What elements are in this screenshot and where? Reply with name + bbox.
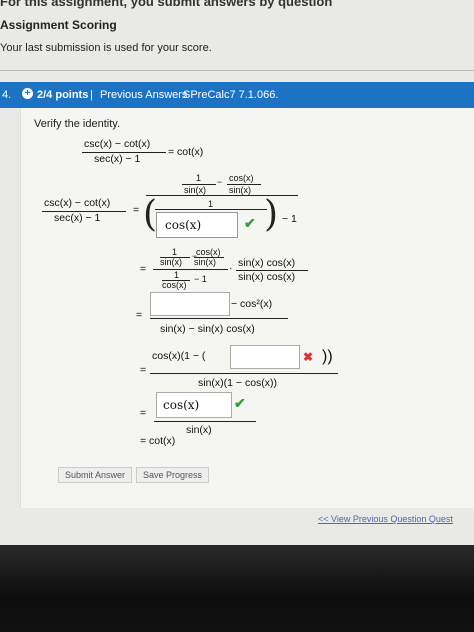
left-paren: ( xyxy=(143,194,158,235)
right-paren: ) xyxy=(264,194,279,235)
step2-dot: · xyxy=(229,262,233,274)
step1-sin: sin(x) xyxy=(184,185,206,195)
step4-answer-box[interactable] xyxy=(230,345,300,369)
step2-mult-den: sin(x) cos(x) xyxy=(238,271,296,283)
fraction-bar xyxy=(154,421,256,422)
step1-one: 1 xyxy=(196,173,202,183)
assignment-note: For this assignment, you submit answers … xyxy=(0,0,333,9)
step2-sin-2: sin(x) xyxy=(194,257,216,267)
step6-text: = cot(x) xyxy=(140,435,176,447)
fraction-bar xyxy=(153,269,228,270)
step3-equals: = xyxy=(136,309,143,321)
step1-one-inner: 1 xyxy=(208,199,214,209)
identity-rhs: = cot(x) xyxy=(168,146,204,158)
monitor-bezel xyxy=(0,545,474,632)
step5-equals: = xyxy=(140,407,147,419)
step2-one: 1 xyxy=(172,247,178,257)
step5-answer-box[interactable]: cos(x) xyxy=(156,392,232,418)
identity-numerator: csc(x) − cot(x) xyxy=(84,138,151,150)
identity-denominator: sec(x) − 1 xyxy=(94,153,141,165)
step5-answer: cos(x) xyxy=(163,398,200,412)
step4-prefix: cos(x)(1 − ( xyxy=(152,350,206,362)
previous-answers-link[interactable]: Previous Answers xyxy=(100,89,187,101)
step2-cos: cos(x) xyxy=(196,247,221,257)
step4-denominator: sin(x)(1 − cos(x)) xyxy=(198,377,278,389)
separator: | xyxy=(90,89,93,101)
step3-answer-box[interactable] xyxy=(150,292,230,316)
submit-answer-button[interactable]: Submit Answer xyxy=(58,467,133,483)
scoring-text: Your last submission is used for your sc… xyxy=(0,42,212,54)
fraction-bar xyxy=(155,209,267,210)
check-icon: ✔ xyxy=(234,395,246,411)
step2-cos-b: cos(x) xyxy=(162,280,187,290)
step2-equals: = xyxy=(140,263,147,275)
step1-lhs-numerator: csc(x) − cot(x) xyxy=(44,197,111,209)
step2-sin: sin(x) xyxy=(160,257,182,267)
question-bar: 4. + 2/4 points | Previous Answers SPreC… xyxy=(0,82,474,108)
view-previous-question-link[interactable]: << View Previous Question Quest xyxy=(318,514,453,524)
question-prompt: Verify the identity. xyxy=(34,118,121,130)
course-code: SPreCalc7 7.1.066. xyxy=(183,89,279,101)
step4-suffix: )) xyxy=(322,348,333,365)
step1-minus: − xyxy=(217,177,223,187)
step3-denominator: sin(x) − sin(x) cos(x) xyxy=(160,323,255,335)
step4-equals: = xyxy=(140,364,147,376)
screen: For this assignment, you submit answers … xyxy=(0,0,474,565)
question-number: 4. xyxy=(2,89,12,101)
step1-sin-2: sin(x) xyxy=(229,185,251,195)
step1-answer-box[interactable]: cos(x) xyxy=(156,212,238,238)
step3-after-box: − cos²(x) xyxy=(231,298,273,310)
fraction-bar xyxy=(150,373,338,374)
scoring-title: Assignment Scoring xyxy=(0,18,117,32)
check-icon: ✔ xyxy=(244,215,256,231)
step1-answer: cos(x) xyxy=(165,218,202,232)
cross-icon: ✖ xyxy=(303,350,314,364)
points-label: 2/4 points xyxy=(37,89,89,101)
fraction-bar xyxy=(150,318,288,319)
step1-minus-one: − 1 xyxy=(282,213,297,225)
step5-denominator: sin(x) xyxy=(186,424,212,436)
step1-equals: = xyxy=(133,204,140,216)
save-progress-button[interactable]: Save Progress xyxy=(136,467,210,483)
step2-mult-num: sin(x) cos(x) xyxy=(238,257,296,269)
step1-lhs-denominator: sec(x) − 1 xyxy=(54,212,101,224)
step2-one-b: 1 xyxy=(174,270,180,280)
divider xyxy=(0,70,474,71)
plus-circle-icon[interactable]: + xyxy=(22,88,33,99)
step2-minus-one: − 1 xyxy=(194,274,207,284)
step1-cos: cos(x) xyxy=(229,173,254,183)
